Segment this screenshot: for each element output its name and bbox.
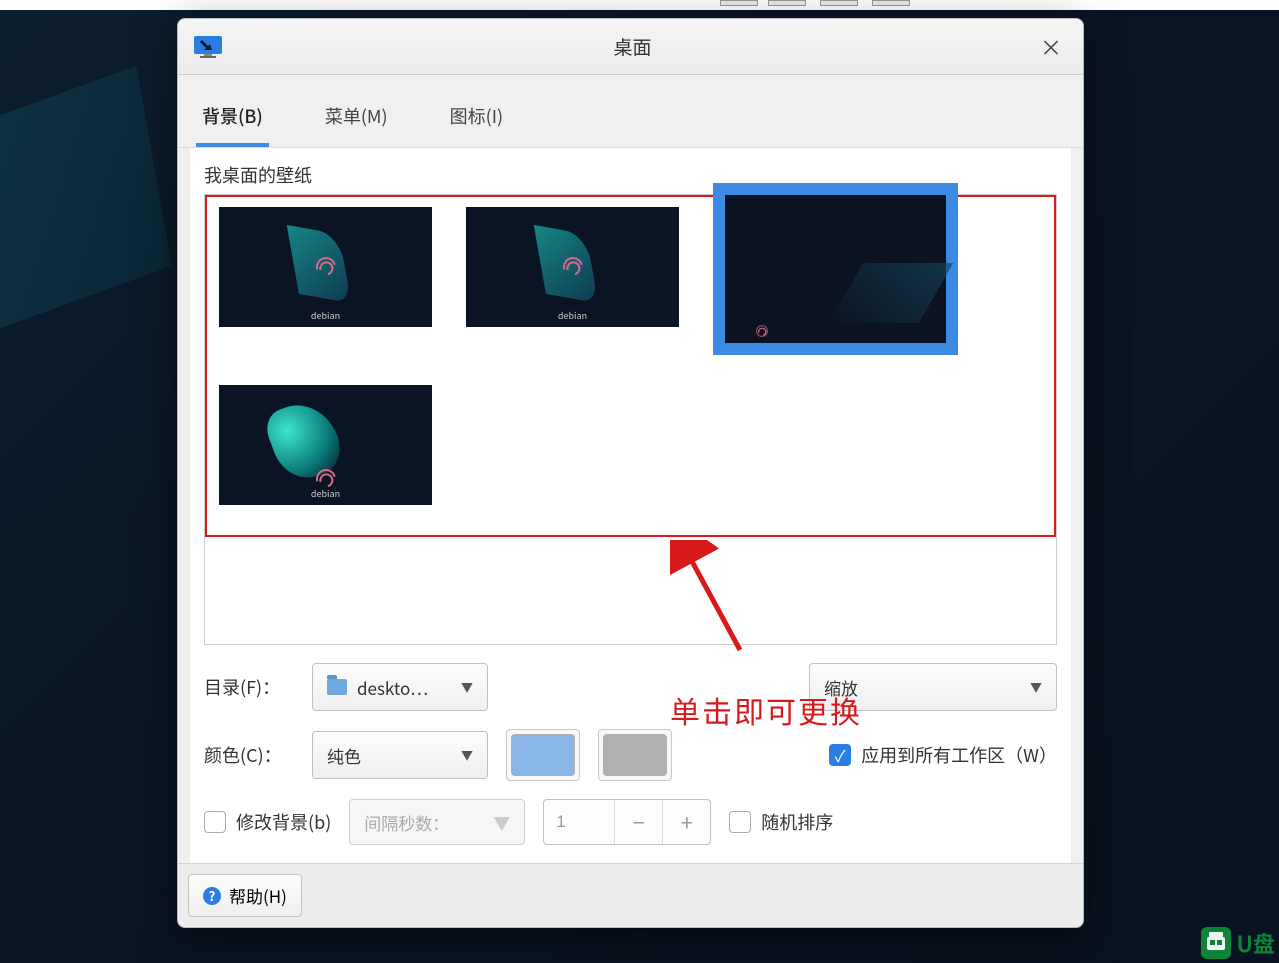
chevron-down-icon: ▼ [1030,679,1042,696]
increment-button: + [662,800,710,844]
modify-bg-label: 修改背景(b) [236,809,331,835]
tab-icons[interactable]: 图标(I) [444,95,509,147]
tab-background[interactable]: 背景(B) [196,95,269,147]
chevron-down-icon: ▼ [461,679,473,696]
tabs: 背景(B) 菜单(M) 图标(I) [178,75,1083,148]
interval-value-input [544,800,614,844]
random-label: 随机排序 [761,809,833,835]
desktop-settings-window: 桌面 × 背景(B) 菜单(M) 图标(I) 我桌面的壁纸 debian deb… [177,18,1084,928]
tab-menu[interactable]: 菜单(M) [319,95,394,147]
close-button[interactable]: × [1035,31,1067,63]
color-label: 颜色(C)： [204,742,294,768]
folder-icon [327,679,347,695]
color-swatch-1-wrap[interactable] [506,729,580,781]
decrement-button: − [614,800,662,844]
random-checkbox [729,811,751,833]
interval-dropdown-disabled: 间隔秒数： ▼ [349,799,525,845]
color-swatch-2-wrap[interactable] [598,729,672,781]
browser-top-strip [0,0,1279,10]
titlebar: 桌面 × [178,19,1083,75]
chevron-down-icon: ▼ [493,810,510,835]
color-swatch-blue [511,734,575,776]
apply-all-checkbox[interactable]: ✓ [829,744,851,766]
wallpaper-thumb-3-selected[interactable] [713,183,958,355]
footer: ? 帮助(H) [178,863,1083,927]
wallpaper-thumb-4[interactable]: debian [219,385,432,505]
chevron-down-icon: ▼ [461,747,473,764]
interval-label: 间隔秒数： [364,810,449,835]
watermark-badge-icon [1201,927,1231,959]
help-button[interactable]: ? 帮助(H) [188,874,302,917]
color-style-dropdown[interactable]: 纯色 ▼ [312,731,488,779]
color-value: 纯色 [327,743,361,768]
wallpaper-thumb-2[interactable]: debian [466,207,679,327]
controls-area: 目录(F)： deskto… ▼ 缩放 ▼ 颜色(C)： 纯色 ▼ [190,651,1071,863]
content-area: 我桌面的壁纸 debian debian [190,148,1071,651]
watermark: U盘 [1201,927,1275,959]
style-dropdown[interactable]: 缩放 ▼ [809,663,1057,711]
style-value: 缩放 [824,675,858,700]
wallpaper-gallery-highlight: debian debian debian [205,195,1056,537]
interval-spinner: − + [543,799,711,845]
help-label: 帮助(H) [229,883,287,908]
directory-value: deskto… [357,675,428,700]
directory-dropdown[interactable]: deskto… ▼ [312,663,488,711]
directory-label: 目录(F)： [204,674,294,700]
wallpaper-thumb-1[interactable]: debian [219,207,432,327]
modify-bg-checkbox[interactable] [204,811,226,833]
apply-all-label: 应用到所有工作区（W） [861,742,1057,768]
monitor-icon [194,36,222,58]
color-swatch-gray [603,734,667,776]
watermark-text: U盘 [1237,927,1275,959]
help-icon: ? [203,887,221,905]
wallpaper-gallery-frame: debian debian debian [204,194,1057,645]
window-title: 桌面 [230,33,1035,60]
